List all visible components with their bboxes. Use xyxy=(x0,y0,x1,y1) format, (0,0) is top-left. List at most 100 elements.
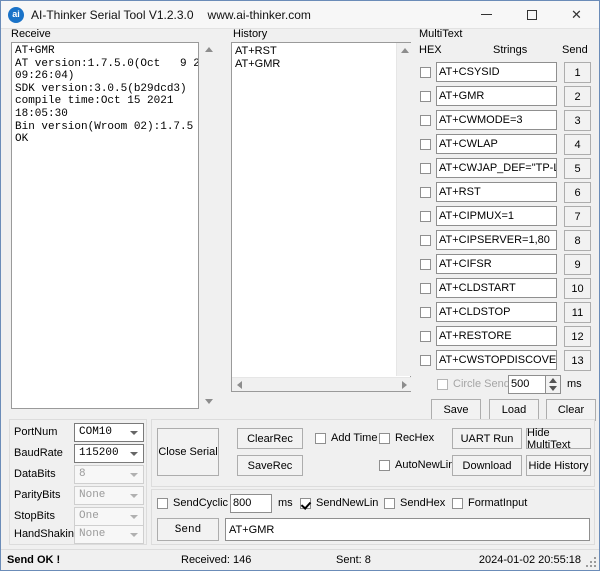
multitext-hex-checkbox-7[interactable] xyxy=(420,211,431,222)
add-time-checkbox-wrap[interactable]: Add Time xyxy=(315,432,377,444)
hide-history-button[interactable]: Hide History xyxy=(526,455,591,476)
send-cyclic-interval-input[interactable]: 800 xyxy=(230,494,272,513)
send-newline-checkbox-wrap[interactable]: SendNewLin xyxy=(300,497,378,509)
multitext-send-button-10[interactable]: 10 xyxy=(564,278,591,299)
receive-scroll-down-icon[interactable] xyxy=(201,394,216,409)
multitext-input-5[interactable]: AT+CWJAP_DEF="TP-Link xyxy=(436,158,557,178)
multitext-send-button-2[interactable]: 2 xyxy=(564,86,591,107)
multitext-input-10[interactable]: AT+CLDSTART xyxy=(436,278,557,298)
circle-send-row: Circle Send 500 ms xyxy=(415,374,595,396)
multitext-input-2[interactable]: AT+GMR xyxy=(436,86,557,106)
receive-content: AT+GMR AT version:1.7.5.0(Oct 9 2021 09:… xyxy=(12,43,198,148)
format-input-checkbox-wrap[interactable]: FormatInput xyxy=(452,497,527,509)
auto-newline-checkbox[interactable] xyxy=(379,460,390,471)
multitext-send-button-12[interactable]: 12 xyxy=(564,326,591,347)
multitext-input-9[interactable]: AT+CIFSR xyxy=(436,254,557,274)
rec-hex-checkbox[interactable] xyxy=(379,433,390,444)
hide-multitext-button[interactable]: Hide MultiText xyxy=(526,428,591,449)
clear-rec-button[interactable]: ClearRec xyxy=(237,428,303,449)
multitext-hex-checkbox-11[interactable] xyxy=(420,307,431,318)
send-newline-checkbox[interactable] xyxy=(300,498,311,509)
multitext-input-7[interactable]: AT+CIPMUX=1 xyxy=(436,206,557,226)
history-vertical-scrollbar[interactable] xyxy=(396,43,411,376)
app-logo-icon: ai xyxy=(8,7,24,23)
multitext-send-button-6[interactable]: 6 xyxy=(564,182,591,203)
portnum-select[interactable]: COM10 xyxy=(74,423,144,442)
multitext-input-8[interactable]: AT+CIPSERVER=1,80 xyxy=(436,230,557,250)
circle-send-spinner[interactable] xyxy=(546,375,561,394)
add-time-label: Add Time xyxy=(331,432,377,444)
resize-grip-icon[interactable] xyxy=(586,557,596,567)
handshaking-select[interactable]: None xyxy=(74,525,144,544)
multitext-hex-checkbox-4[interactable] xyxy=(420,139,431,150)
multitext-send-button-1[interactable]: 1 xyxy=(564,62,591,83)
download-button[interactable]: Download xyxy=(452,455,522,476)
multitext-hex-checkbox-2[interactable] xyxy=(420,91,431,102)
send-hex-checkbox-wrap[interactable]: SendHex xyxy=(384,497,445,509)
databits-value: 8 xyxy=(79,468,86,480)
rec-hex-checkbox-wrap[interactable]: RecHex xyxy=(379,432,434,444)
close-button[interactable]: ✕ xyxy=(554,1,599,28)
databits-select[interactable]: 8 xyxy=(74,465,144,484)
multitext-send-button-4[interactable]: 4 xyxy=(564,134,591,155)
multitext-input-13[interactable]: AT+CWSTOPDISCOVER xyxy=(436,350,557,370)
multitext-send-button-8[interactable]: 8 xyxy=(564,230,591,251)
add-time-checkbox[interactable] xyxy=(315,433,326,444)
history-horizontal-scrollbar[interactable] xyxy=(232,377,411,391)
send-cyclic-checkbox-wrap[interactable]: SendCyclic xyxy=(157,497,228,509)
baudrate-select[interactable]: 115200 xyxy=(74,444,144,463)
uart-run-button[interactable]: UART Run xyxy=(452,428,522,449)
paritybits-select[interactable]: None xyxy=(74,486,144,505)
send-cyclic-checkbox[interactable] xyxy=(157,498,168,509)
multitext-row: AT+CWJAP_DEF="TP-Link 5 xyxy=(415,157,595,180)
receive-vertical-scrollbar[interactable] xyxy=(201,42,216,409)
multitext-send-button-9[interactable]: 9 xyxy=(564,254,591,275)
close-serial-button[interactable]: Close Serial xyxy=(157,428,219,476)
multitext-input-11[interactable]: AT+CLDSTOP xyxy=(436,302,557,322)
multitext-hex-checkbox-12[interactable] xyxy=(420,331,431,342)
serial-settings-panel: PortNum COM10 BaudRate 115200 DataBits 8… xyxy=(9,419,147,545)
multitext-header-strings: Strings xyxy=(493,44,527,56)
minimize-button[interactable] xyxy=(464,1,509,28)
history-listbox[interactable]: AT+RST AT+GMR xyxy=(231,42,411,392)
rec-hex-label: RecHex xyxy=(395,432,434,444)
multitext-send-button-11[interactable]: 11 xyxy=(564,302,591,323)
multitext-hex-checkbox-9[interactable] xyxy=(420,259,431,270)
receive-textarea[interactable]: AT+GMR AT version:1.7.5.0(Oct 9 2021 09:… xyxy=(11,42,199,409)
auto-newline-checkbox-wrap[interactable]: AutoNewLine xyxy=(379,459,460,471)
circle-send-checkbox[interactable] xyxy=(437,379,448,390)
multitext-hex-checkbox-1[interactable] xyxy=(420,67,431,78)
receive-scroll-up-icon[interactable] xyxy=(201,42,216,57)
multitext-hex-checkbox-8[interactable] xyxy=(420,235,431,246)
history-scroll-right-icon[interactable] xyxy=(397,378,411,392)
send-hex-checkbox[interactable] xyxy=(384,498,395,509)
load-button[interactable]: Load xyxy=(489,399,539,421)
multitext-input-4[interactable]: AT+CWLAP xyxy=(436,134,557,154)
multitext-input-1[interactable]: AT+CSYSID xyxy=(436,62,557,82)
multitext-send-button-5[interactable]: 5 xyxy=(564,158,591,179)
multitext-hex-checkbox-10[interactable] xyxy=(420,283,431,294)
multitext-row: AT+CWLAP 4 xyxy=(415,133,595,156)
maximize-button[interactable] xyxy=(509,1,554,28)
clear-button[interactable]: Clear xyxy=(546,399,596,421)
save-rec-button[interactable]: SaveRec xyxy=(237,455,303,476)
multitext-hex-checkbox-6[interactable] xyxy=(420,187,431,198)
multitext-hex-checkbox-5[interactable] xyxy=(420,163,431,174)
multitext-hex-checkbox-3[interactable] xyxy=(420,115,431,126)
multitext-send-button-13[interactable]: 13 xyxy=(564,350,591,371)
send-input[interactable]: AT+GMR xyxy=(225,518,590,541)
multitext-input-3[interactable]: AT+CWMODE=3 xyxy=(436,110,557,130)
history-scroll-up-icon[interactable] xyxy=(397,43,412,58)
multitext-input-6[interactable]: AT+RST xyxy=(436,182,557,202)
multitext-row: AT+RESTORE 12 xyxy=(415,325,595,348)
save-button[interactable]: Save xyxy=(431,399,481,421)
format-input-checkbox[interactable] xyxy=(452,498,463,509)
send-button[interactable]: Send xyxy=(157,518,219,541)
history-scroll-left-icon[interactable] xyxy=(232,378,246,392)
send-cyclic-label: SendCyclic xyxy=(173,497,228,509)
multitext-send-button-7[interactable]: 7 xyxy=(564,206,591,227)
multitext-input-12[interactable]: AT+RESTORE xyxy=(436,326,557,346)
circle-send-interval-input[interactable]: 500 xyxy=(508,375,546,394)
multitext-hex-checkbox-13[interactable] xyxy=(420,355,431,366)
multitext-send-button-3[interactable]: 3 xyxy=(564,110,591,131)
